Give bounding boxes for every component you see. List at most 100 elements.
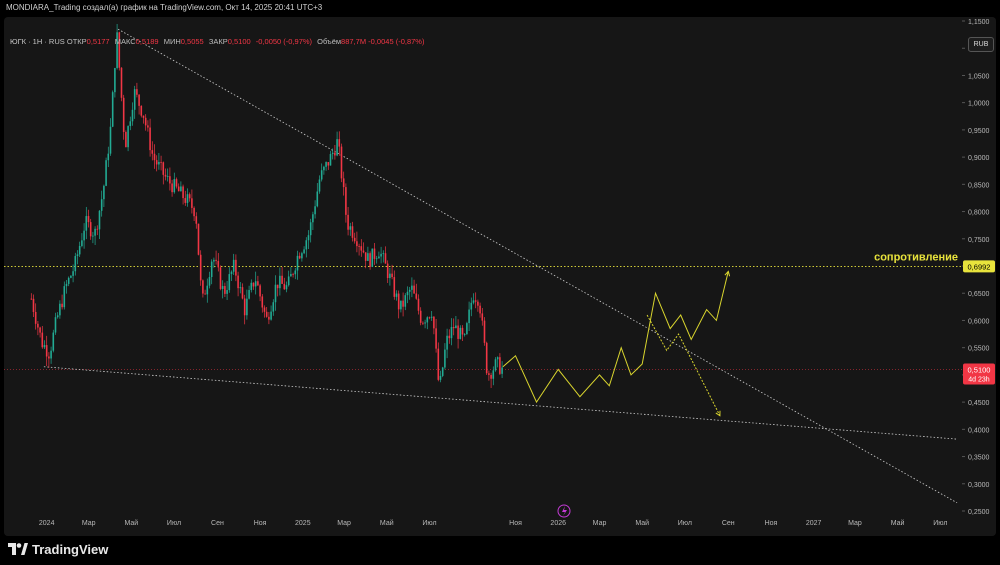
candle-body xyxy=(336,139,338,156)
candle xyxy=(296,250,299,280)
candle-body xyxy=(43,345,46,348)
candle xyxy=(426,316,429,330)
candle xyxy=(404,293,407,311)
candle-body xyxy=(228,274,231,291)
candle-body xyxy=(446,335,448,350)
candle-body xyxy=(369,253,371,267)
candle-body xyxy=(199,254,202,281)
candle-body xyxy=(103,185,105,200)
candle-body xyxy=(195,216,198,224)
candle xyxy=(202,279,204,298)
candle xyxy=(380,246,382,264)
candle-body xyxy=(133,89,136,110)
candle-body xyxy=(37,323,39,328)
candle xyxy=(188,192,191,202)
candle-body xyxy=(54,317,57,333)
legend-low-label: МИН xyxy=(163,37,181,46)
chart-panel[interactable]: 0,25000,30000,35000,40000,45000,50000,55… xyxy=(4,17,996,536)
candle xyxy=(268,312,270,325)
candle xyxy=(490,372,492,389)
candle-body xyxy=(382,253,385,255)
legend-symbol: ЮГК · 1Н · RUS xyxy=(10,37,65,46)
tradingview-footer[interactable]: TradingView xyxy=(8,540,108,558)
candle xyxy=(455,315,457,329)
candle xyxy=(318,175,321,194)
candle-body xyxy=(287,276,290,286)
candle xyxy=(94,226,96,246)
candle-body xyxy=(298,255,301,259)
candle xyxy=(413,279,415,294)
y-tick-label: 0,3000 xyxy=(968,482,990,489)
candle-body xyxy=(270,311,272,320)
y-tick-label: 0,9000 xyxy=(968,155,990,162)
candle xyxy=(463,333,466,337)
candle-body xyxy=(417,298,420,311)
candle xyxy=(67,276,70,287)
candle-body xyxy=(162,162,165,175)
candle-body xyxy=(215,259,217,261)
candle-body xyxy=(477,301,479,306)
candle xyxy=(281,266,283,285)
candle xyxy=(327,162,330,170)
candle xyxy=(206,278,209,303)
candle-body xyxy=(439,375,442,380)
lower-trendline xyxy=(43,366,958,440)
candle-body xyxy=(323,166,325,171)
candle-body xyxy=(448,335,451,339)
candle-body xyxy=(375,258,378,260)
candle-body xyxy=(92,235,94,237)
candle-body xyxy=(160,161,162,163)
x-tick-label: Сен xyxy=(211,520,224,527)
candle xyxy=(378,251,380,259)
price-chart[interactable]: 0,25000,30000,35000,40000,45000,50000,55… xyxy=(4,17,996,536)
candle-body xyxy=(202,280,204,294)
candle-body xyxy=(364,252,367,261)
candle-body xyxy=(100,199,103,211)
x-tick-label: 2024 xyxy=(39,520,55,527)
candle-body xyxy=(494,359,497,371)
candle xyxy=(54,312,57,335)
candle xyxy=(232,253,235,275)
candle-body xyxy=(147,125,149,128)
candle-body xyxy=(252,282,255,287)
candle xyxy=(122,94,125,140)
candle xyxy=(257,275,259,286)
candle-body xyxy=(441,367,444,376)
candle-body xyxy=(395,293,398,297)
candle-body xyxy=(331,152,334,155)
candle xyxy=(417,294,420,315)
time-to-close-label: 4d 23h xyxy=(968,376,990,383)
candle xyxy=(30,293,33,300)
candle xyxy=(314,200,316,219)
candle xyxy=(265,307,268,318)
currency-button[interactable]: RUB xyxy=(968,37,994,52)
candle xyxy=(105,157,107,187)
candle xyxy=(470,297,473,317)
candle-body xyxy=(274,284,277,303)
candle xyxy=(474,292,477,309)
candle xyxy=(173,172,176,194)
candle xyxy=(391,264,393,280)
candle xyxy=(32,294,35,317)
candle xyxy=(237,271,239,297)
candle xyxy=(197,223,200,256)
candle xyxy=(336,131,338,157)
candle xyxy=(193,206,195,221)
projection-path-main xyxy=(502,271,729,404)
candle xyxy=(325,161,327,171)
candle-body xyxy=(30,298,33,300)
candle-body xyxy=(188,194,191,199)
candle xyxy=(298,252,301,260)
candle-body xyxy=(131,109,134,122)
candle-body xyxy=(360,246,363,251)
candle-body xyxy=(457,325,459,339)
candle xyxy=(164,168,167,181)
candle-body xyxy=(367,253,369,261)
candle-body xyxy=(219,267,222,289)
candle xyxy=(169,167,171,191)
last-price-label: 0,5100 xyxy=(968,365,991,374)
candle-body xyxy=(349,226,352,230)
candle-body xyxy=(338,139,341,147)
x-tick-label: Ноя xyxy=(254,520,267,527)
candle-body xyxy=(158,161,160,165)
